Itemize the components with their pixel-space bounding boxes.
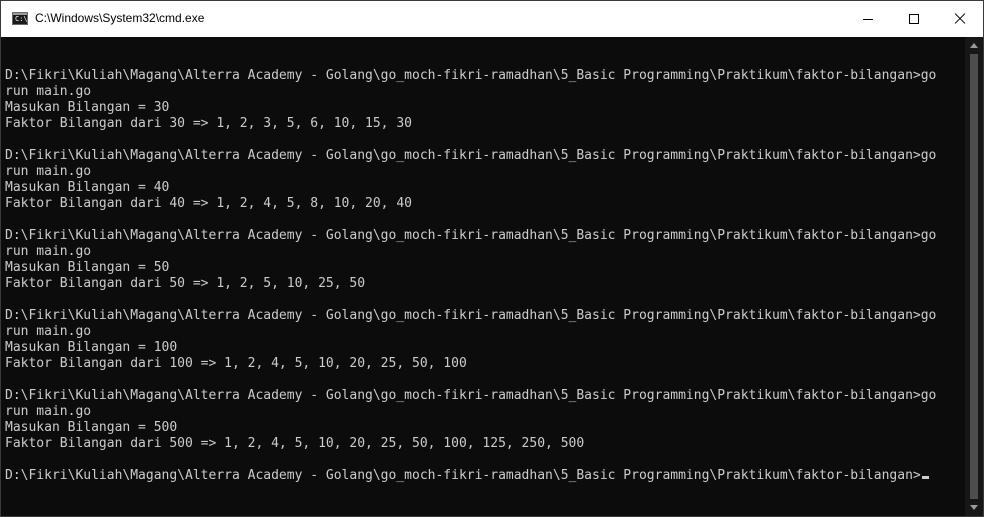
console-line: Faktor Bilangan dari 500 => 1, 2, 4, 5, … xyxy=(5,436,585,451)
console-line: Faktor Bilangan dari 50 => 1, 2, 5, 10, … xyxy=(5,276,366,291)
text-cursor xyxy=(921,476,929,479)
title-bar[interactable]: C:\ C:\Windows\System32\cmd.exe xyxy=(1,1,983,37)
console-line: Masukan Bilangan = 50 xyxy=(5,260,170,275)
console-text: D:\Fikri\Kuliah\Magang\Alterra Academy -… xyxy=(5,52,936,484)
console-line: Masukan Bilangan = 30 xyxy=(5,100,170,115)
minimize-icon xyxy=(863,19,873,20)
console-line: run main.go xyxy=(5,404,92,419)
maximize-button[interactable] xyxy=(891,1,937,37)
console-line: Masukan Bilangan = 40 xyxy=(5,180,170,195)
console-prompt: D:\Fikri\Kuliah\Magang\Alterra Academy -… xyxy=(5,468,936,484)
scroll-up-arrow-icon[interactable] xyxy=(965,37,983,54)
cmd-icon[interactable]: C:\ xyxy=(12,12,28,25)
console-line: D:\Fikri\Kuliah\Magang\Alterra Academy -… xyxy=(5,308,937,323)
console-line: run main.go xyxy=(5,164,92,179)
maximize-icon xyxy=(909,14,919,24)
console-line: D:\Fikri\Kuliah\Magang\Alterra Academy -… xyxy=(5,68,937,83)
vertical-scrollbar[interactable] xyxy=(965,37,983,516)
console-line: run main.go xyxy=(5,324,92,339)
console-line: Masukan Bilangan = 500 xyxy=(5,420,178,435)
console-line: Masukan Bilangan = 100 xyxy=(5,340,178,355)
console-line: D:\Fikri\Kuliah\Magang\Alterra Academy -… xyxy=(5,228,937,243)
cmd-icon-glyph: C:\ xyxy=(15,15,28,23)
console-line: D:\Fikri\Kuliah\Magang\Alterra Academy -… xyxy=(5,148,937,163)
minimize-button[interactable] xyxy=(845,1,891,37)
console-line: Faktor Bilangan dari 40 => 1, 2, 4, 5, 8… xyxy=(5,196,412,211)
console-line: D:\Fikri\Kuliah\Magang\Alterra Academy -… xyxy=(5,388,937,403)
scroll-thumb[interactable] xyxy=(970,54,978,499)
console-line: run main.go xyxy=(5,84,92,99)
window-title: C:\Windows\System32\cmd.exe xyxy=(35,11,205,25)
cmd-window: C:\ C:\Windows\System32\cmd.exe D:\Fikri… xyxy=(0,0,984,517)
prompt-text: D:\Fikri\Kuliah\Magang\Alterra Academy -… xyxy=(5,468,921,483)
console-output[interactable]: D:\Fikri\Kuliah\Magang\Alterra Academy -… xyxy=(1,37,965,516)
console-line: Faktor Bilangan dari 30 => 1, 2, 3, 5, 6… xyxy=(5,116,412,131)
console-line: run main.go xyxy=(5,244,92,259)
scroll-down-arrow-icon[interactable] xyxy=(965,499,983,516)
close-button[interactable] xyxy=(937,1,983,37)
console-line: Faktor Bilangan dari 100 => 1, 2, 4, 5, … xyxy=(5,356,467,371)
